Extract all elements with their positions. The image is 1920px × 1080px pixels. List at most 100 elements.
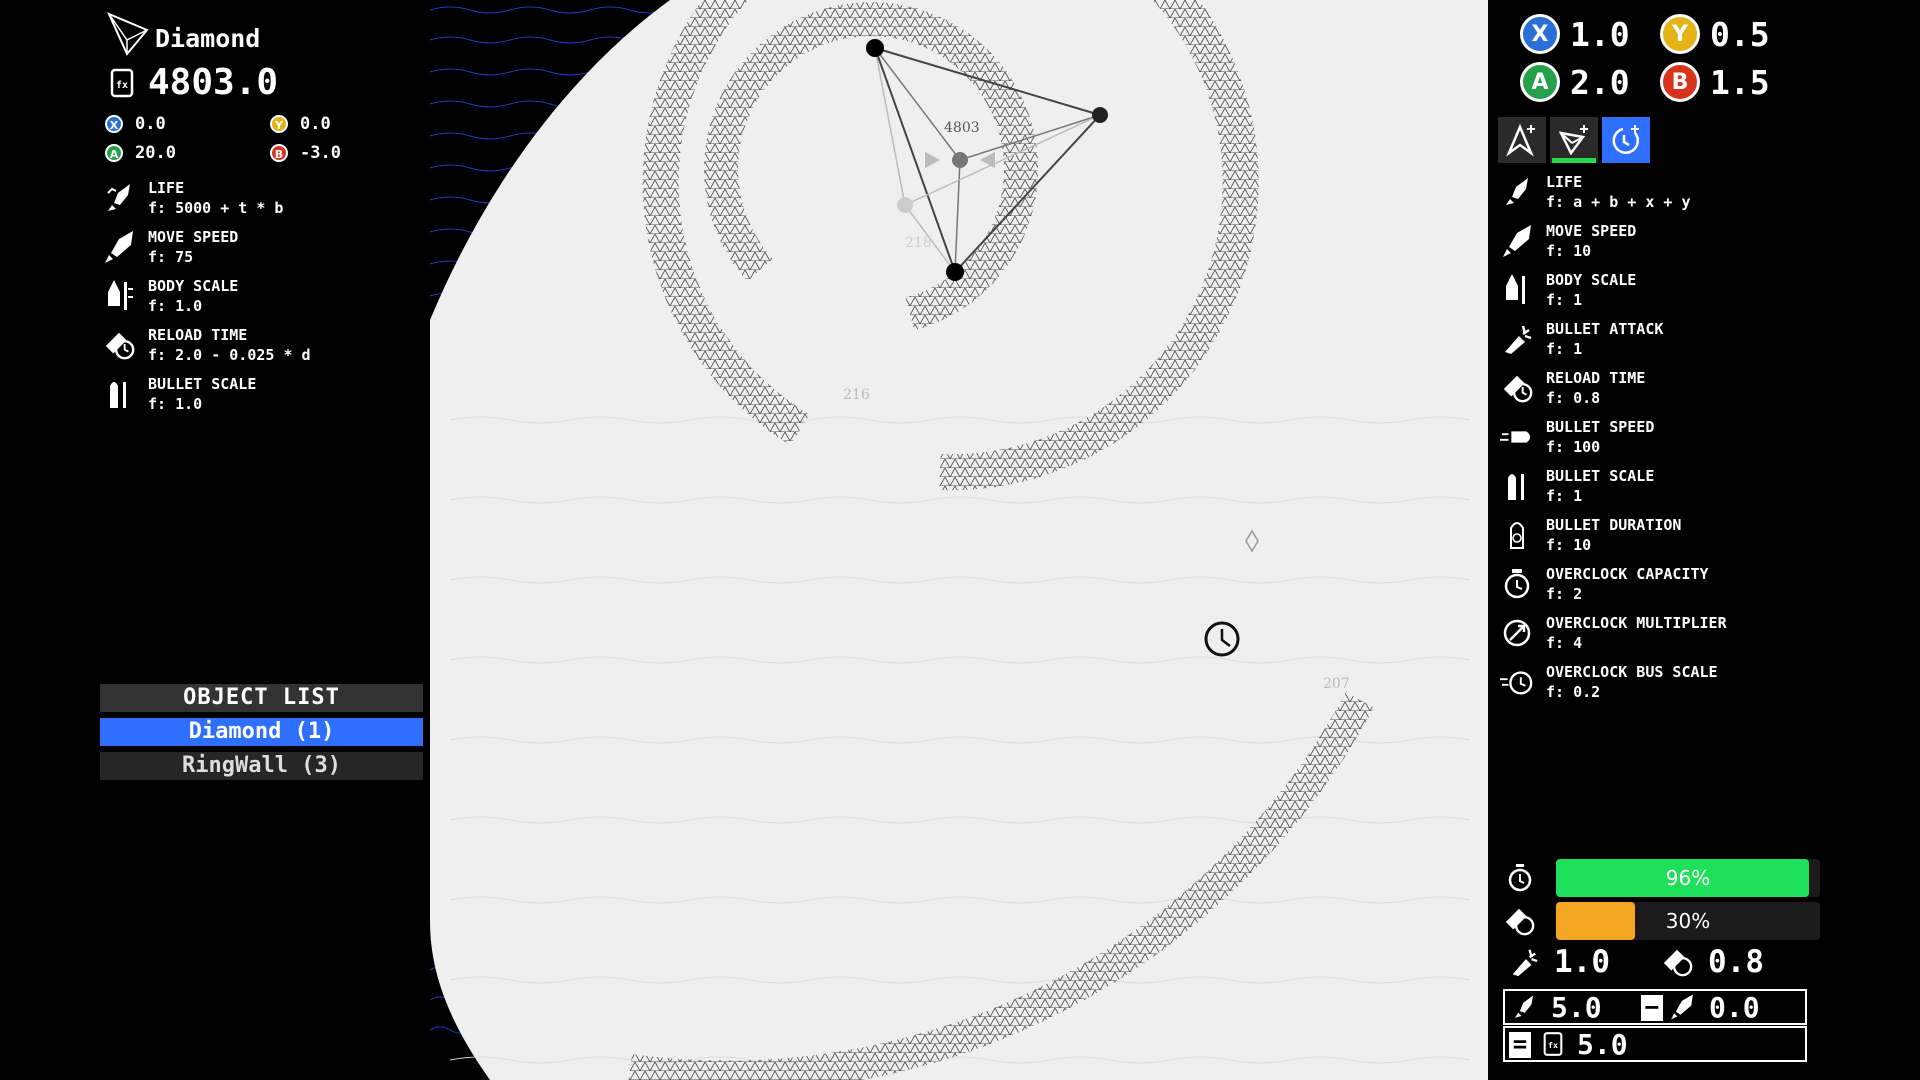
right-panel: X 1.0 Y 0.5 A 2.0 B 1.5 LIFE f: a + b + x…	[1488, 0, 1920, 1080]
calc-row-result: = fx 5.0	[1503, 1026, 1807, 1062]
rattr-life: LIFE f: a + b + x + y	[1500, 172, 1691, 212]
attr-label: BODY SCALE	[1546, 271, 1637, 289]
attr-move-speed: MOVE SPEED f: 75	[102, 227, 238, 267]
object-list-item-ringwall[interactable]: RingWall (3)	[100, 752, 423, 780]
calc-row-subtract: 5.0 − 0.0	[1503, 989, 1807, 1025]
attr-formula: f: 5000 + t * b	[148, 199, 284, 217]
reload-stat: 0.8	[1660, 944, 1764, 980]
attr-formula: f: 10	[1546, 536, 1592, 554]
resource-a-value: 2.0	[1570, 62, 1630, 102]
tab-overclock[interactable]	[1602, 117, 1650, 163]
attr-label: LIFE	[1546, 173, 1583, 191]
rocket-up-icon	[1500, 172, 1534, 212]
attack-stat: 1.0	[1508, 944, 1610, 980]
score-icon: fx	[110, 68, 134, 98]
bullet-scale-icon	[1500, 466, 1534, 506]
coin-y-value: 0.0	[300, 114, 331, 134]
diamond-object-icon	[107, 12, 149, 56]
object-list-title: OBJECT LIST	[100, 684, 423, 712]
attr-formula: f: a + b + x + y	[1546, 193, 1691, 211]
attr-bullet-scale: BULLET SCALE f: 1.0	[102, 374, 256, 414]
resource-y: Y 0.5	[1660, 14, 1770, 54]
rattr-overclock-multiplier: OVERCLOCK MULTIPLIER f: 4	[1500, 613, 1727, 653]
coin-a-value: 20.0	[135, 143, 176, 163]
rattr-move-speed: MOVE SPEED f: 10	[1500, 221, 1636, 261]
diamond-upgrade-icon	[1558, 125, 1588, 156]
attr-formula: f: 1.0	[148, 395, 203, 413]
overclock-capacity-icon	[1500, 564, 1534, 604]
resource-b-value: 1.5	[1710, 62, 1770, 102]
rattr-bullet-duration: BULLET DURATION f: 10	[1500, 515, 1681, 555]
overclock-timer-icon	[1508, 864, 1532, 892]
tab-active-indicator	[1552, 158, 1596, 163]
rattr-bullet-attack: BULLET ATTACK f: 1	[1500, 319, 1663, 359]
resource-x: X 1.0	[1520, 14, 1630, 54]
rocket-fast-icon	[102, 227, 136, 267]
rocket-scale-icon	[1500, 270, 1534, 310]
attack-value: 1.0	[1554, 944, 1610, 980]
ship-upgrade-icon	[1506, 123, 1535, 157]
rattr-reload-time: RELOAD TIME f: 0.8	[1500, 368, 1645, 408]
tab-ship-upgrade[interactable]	[1498, 117, 1546, 163]
attr-formula: f: 100	[1546, 438, 1601, 456]
bullet-speed-icon	[1500, 417, 1534, 457]
coin-b-icon: B	[270, 144, 288, 162]
reload-icon	[1663, 949, 1693, 977]
attr-reload-time: RELOAD TIME f: 2.0 - 0.025 * d	[102, 325, 311, 365]
attr-formula: f: 2.0 - 0.025 * d	[148, 346, 311, 364]
coin-y-icon: Y	[1660, 14, 1700, 54]
calc-left-value: 5.0	[1551, 990, 1602, 1024]
coin-y-icon: Y	[270, 115, 288, 133]
game-label-4803: 4803	[944, 120, 980, 136]
game-label-207: 207	[1323, 676, 1350, 692]
coin-b-value: -3.0	[300, 143, 341, 163]
score-value: 4803.0	[148, 62, 279, 103]
rocket-fast-icon	[1500, 221, 1534, 261]
rattr-overclock-capacity: OVERCLOCK CAPACITY f: 2	[1500, 564, 1709, 604]
object-list: OBJECT LIST Diamond (1) RingWall (3)	[100, 684, 423, 780]
reload-icon	[1505, 908, 1535, 936]
attr-label: MOVE SPEED	[148, 228, 239, 246]
coin-a-stat: A 20.0	[105, 143, 176, 163]
rattr-overclock-bus-scale: OVERCLOCK BUS SCALE f: 0.2	[1500, 662, 1718, 702]
resource-b: B 1.5	[1660, 62, 1770, 102]
score-icon: fx	[1543, 1032, 1563, 1056]
attr-label: BULLET ATTACK	[1546, 320, 1664, 338]
coin-x-stat: X 0.0	[105, 114, 166, 134]
resource-x-value: 1.0	[1570, 14, 1630, 54]
reload-bar: 30%	[1556, 902, 1820, 940]
reload-bar-label: 30%	[1665, 909, 1711, 933]
coin-b-stat: B -3.0	[270, 143, 341, 163]
attr-label: OVERCLOCK CAPACITY	[1546, 565, 1709, 583]
attr-formula: f: 0.2	[1546, 683, 1601, 701]
attr-label: OVERCLOCK BUS SCALE	[1546, 663, 1718, 681]
tab-diamond[interactable]	[1550, 117, 1598, 163]
game-viewport[interactable]: 4803 218 216 207	[430, 0, 1488, 1080]
reload-icon	[102, 325, 136, 365]
rocket-up-icon	[1514, 995, 1534, 1018]
calc-result-value: 5.0	[1577, 1027, 1628, 1061]
attr-formula: f: 0.8	[1546, 389, 1601, 407]
attr-life: LIFE f: 5000 + t * b	[102, 178, 283, 218]
attr-label: BULLET DURATION	[1546, 516, 1682, 534]
minus-sign: −	[1641, 995, 1663, 1021]
object-name: Diamond	[155, 24, 261, 53]
attr-label: BULLET SCALE	[1546, 467, 1655, 485]
coin-x-icon: X	[1520, 14, 1560, 54]
reload-icon	[1500, 368, 1534, 408]
bullet-attack-icon	[1500, 319, 1534, 359]
rattr-bullet-scale: BULLET SCALE f: 1	[1500, 466, 1654, 506]
calc-right: 0.0	[1669, 990, 1760, 1024]
attr-label: BULLET SPEED	[1546, 418, 1655, 436]
equals-sign: =	[1509, 1032, 1531, 1058]
calc-right-value: 0.0	[1709, 990, 1760, 1024]
calc-result: fx 5.0	[1543, 1027, 1628, 1061]
object-list-item-diamond[interactable]: Diamond (1)	[100, 718, 423, 746]
coin-y-stat: Y 0.0	[270, 114, 331, 134]
rocket-up-icon	[102, 178, 136, 218]
overclock-bar-label: 96%	[1665, 866, 1711, 890]
resource-a: A 2.0	[1520, 62, 1630, 102]
attr-formula: f: 1.0	[148, 297, 203, 315]
game-label-216: 216	[843, 387, 870, 403]
left-panel: Diamond fx 4803.0 X 0.0 Y 0.0 A 20.0 B -…	[0, 0, 430, 1080]
